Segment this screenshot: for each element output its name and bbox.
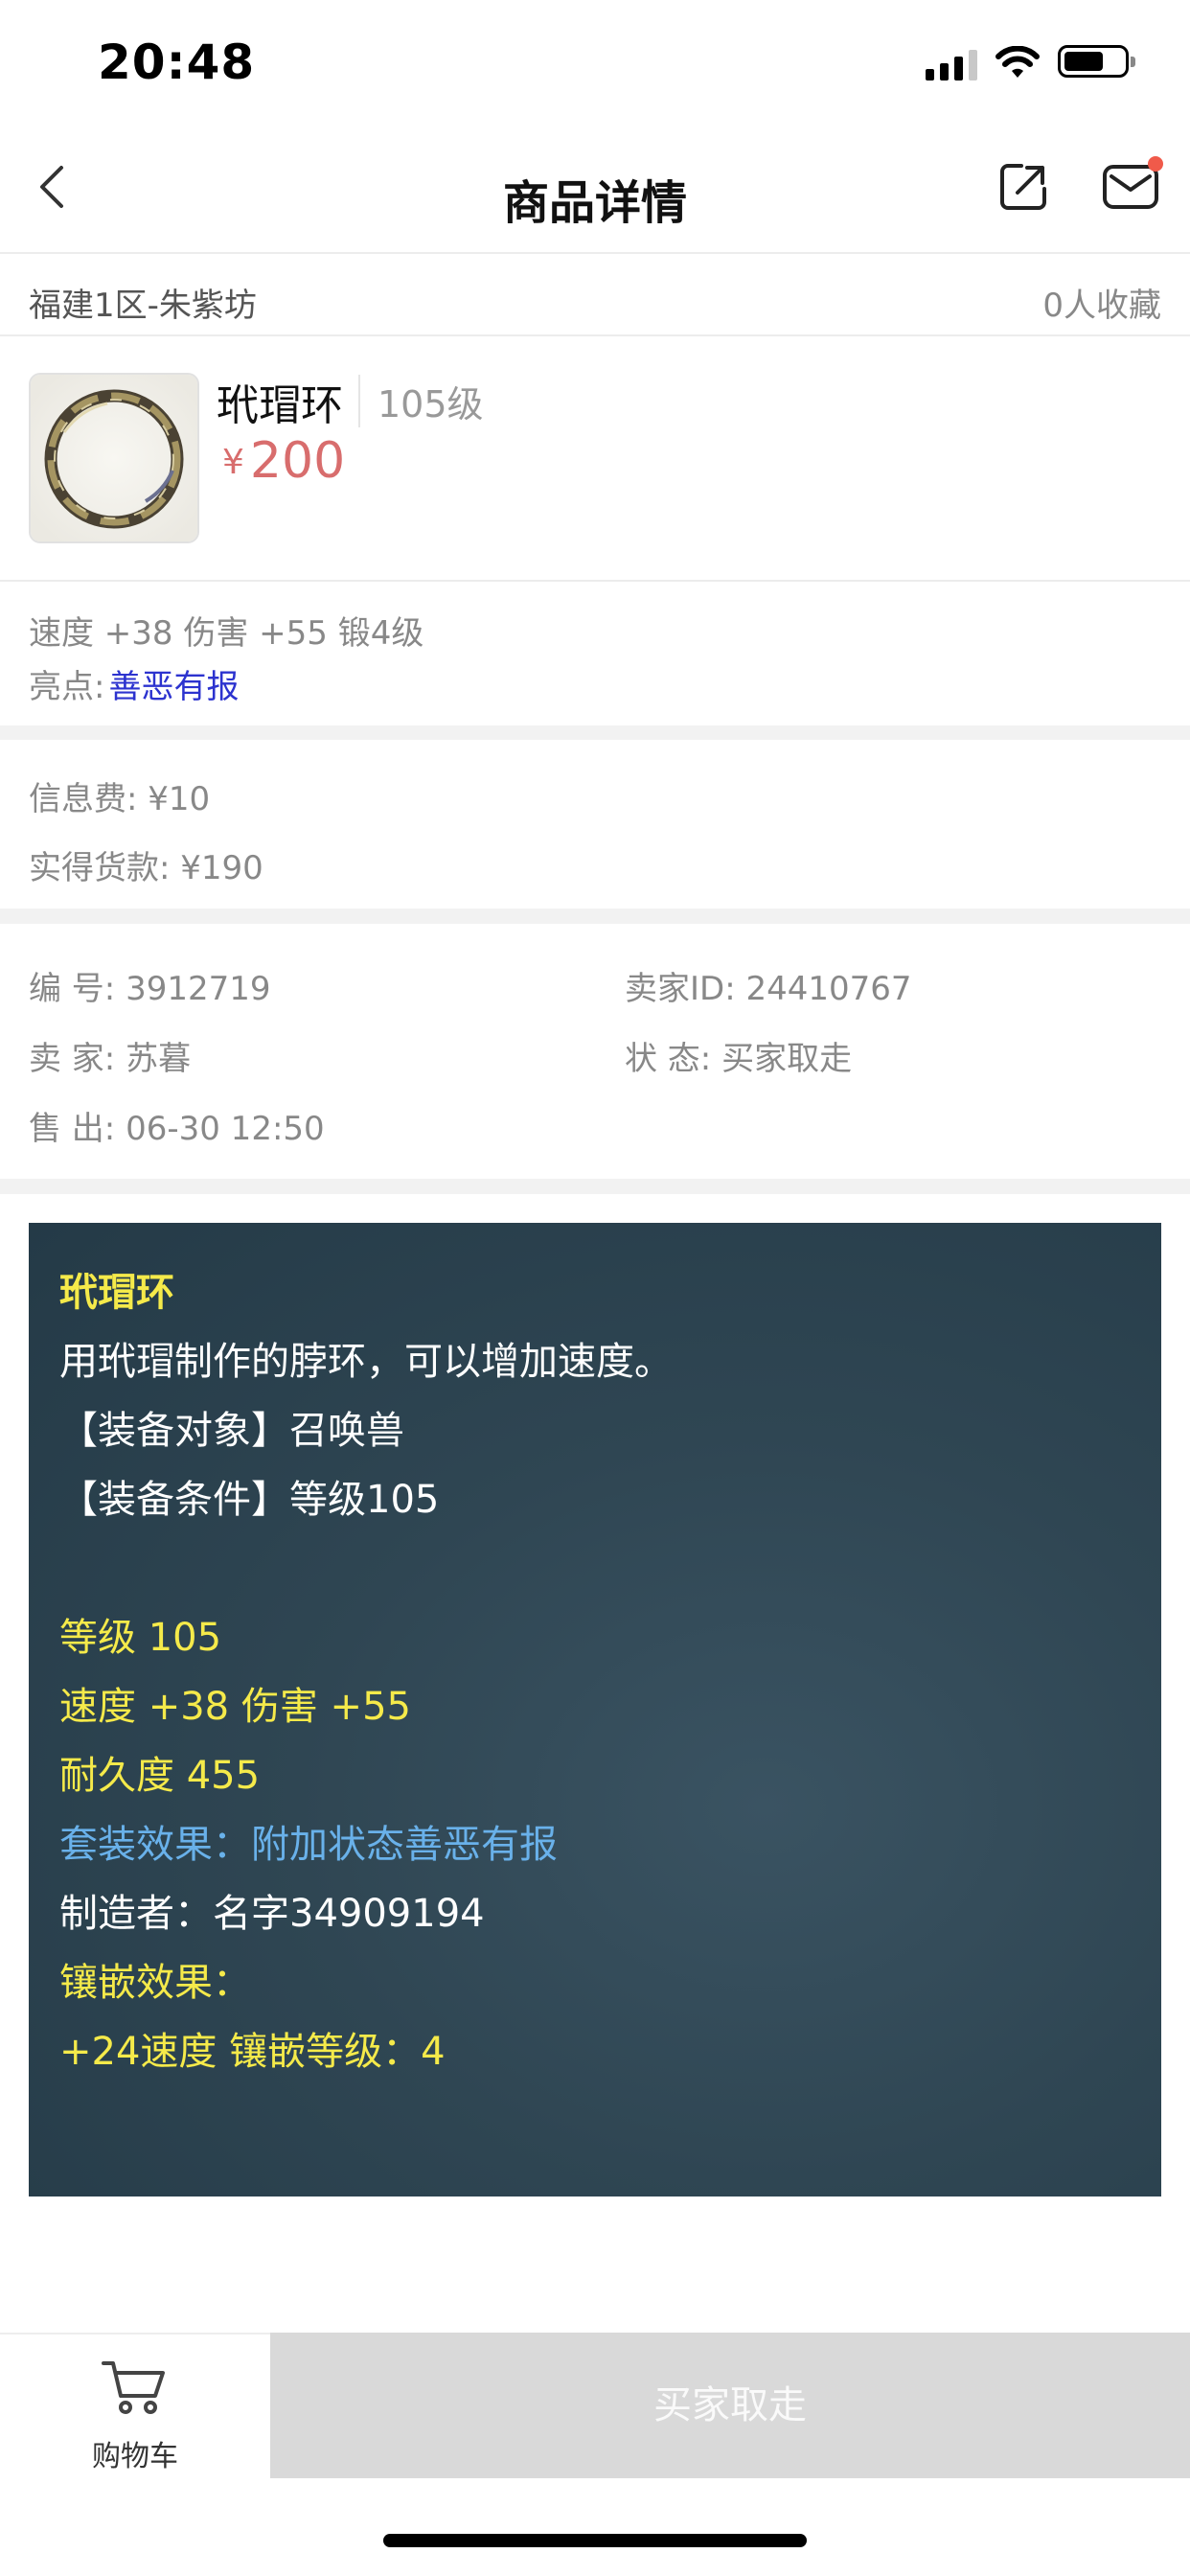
desc-line: +24速度 镶嵌等级：4 (59, 2030, 446, 2074)
item-id: 编 号: 3912719 (29, 970, 271, 1008)
trade-info-section: 编 号: 3912719 卖家ID: 24410767 卖 家: 苏暮 状 态:… (0, 924, 1190, 1179)
info-fee: 信息费: ¥10 (29, 780, 211, 818)
server-name: 福建1区-朱紫坊 (29, 287, 257, 325)
desc-line: 速度 +38 伤害 +55 (59, 1685, 411, 1729)
share-icon (1000, 164, 1046, 210)
product-price: ¥200 (222, 432, 345, 490)
highlight-line: 亮点: 善恶有报 (29, 660, 239, 707)
wifi-icon (995, 46, 1040, 78)
cart-label: 购物车 (92, 2440, 178, 2473)
server-row: 福建1区-朱紫坊 0人收藏 (0, 256, 1190, 336)
bottom-action-bar: 购物车 买家取走 (0, 2333, 1190, 2478)
desc-line: 等级 105 (59, 1616, 222, 1660)
highlight-value: 善恶有报 (108, 668, 240, 706)
highlight-label: 亮点: (29, 668, 105, 706)
shopping-cart-icon (102, 2361, 165, 2414)
net-payment: 实得货款: ¥190 (29, 849, 263, 887)
attributes-line: 速度 +38 伤害 +55 锻4级 (29, 614, 424, 653)
product-header: 玳瑁环 105级 ¥200 (0, 336, 1190, 582)
seller-name: 卖 家: 苏暮 (29, 1040, 192, 1078)
desc-line: 制造者：名字34909194 (59, 1892, 485, 1936)
trade-status: 状 态: 买家取走 (625, 1040, 853, 1078)
cart-button[interactable]: 购物车 (0, 2333, 270, 2478)
section-divider (0, 725, 1190, 740)
status-bar: 20:48 (0, 0, 1190, 129)
buyer-picked-up-button[interactable]: 买家取走 (270, 2333, 1190, 2478)
product-name: 玳瑁环 (217, 381, 343, 430)
seller-id: 卖家ID: 24410767 (625, 970, 912, 1008)
desc-line: 耐久度 455 (59, 1754, 261, 1798)
section-divider (0, 1179, 1190, 1194)
home-indicator[interactable] (383, 2534, 807, 2547)
ring-image (31, 375, 197, 541)
item-description-panel: 玳瑁环 用玳瑁制作的脖环，可以增加速度。 【装备对象】召唤兽 【装备条件】等级1… (29, 1223, 1161, 2196)
notification-dot (1148, 156, 1163, 172)
favorites-count[interactable]: 0人收藏 (1042, 279, 1161, 326)
desc-line: 【装备条件】等级105 (59, 1478, 440, 1522)
desc-line: 镶嵌效果： (59, 1961, 251, 2005)
desc-title: 玳瑁环 (59, 1271, 174, 1315)
status-time: 20:48 (98, 34, 256, 90)
status-icons (926, 42, 1135, 80)
attributes-section: 速度 +38 伤害 +55 锻4级 亮点: 善恶有报 (0, 582, 1190, 725)
product-image[interactable] (29, 373, 199, 543)
message-button[interactable] (1102, 156, 1163, 216)
sold-time: 售 出: 06-30 12:50 (29, 1110, 325, 1148)
fee-section: 信息费: ¥10 实得货款: ¥190 (0, 740, 1190, 908)
desc-line: 套装效果：附加状态善恶有报 (59, 1823, 558, 1867)
cellular-signal-icon (926, 42, 977, 80)
share-button[interactable] (996, 160, 1050, 214)
product-level: 105级 (358, 375, 484, 427)
section-divider (0, 908, 1190, 924)
nav-bar: 商品详情 (0, 129, 1190, 254)
battery-icon (1058, 45, 1135, 78)
desc-line: 【装备对象】召唤兽 (59, 1409, 404, 1453)
price-value: 200 (249, 432, 346, 490)
desc-line: 用玳瑁制作的脖环，可以增加速度。 (59, 1340, 673, 1384)
currency-symbol: ¥ (222, 443, 244, 482)
